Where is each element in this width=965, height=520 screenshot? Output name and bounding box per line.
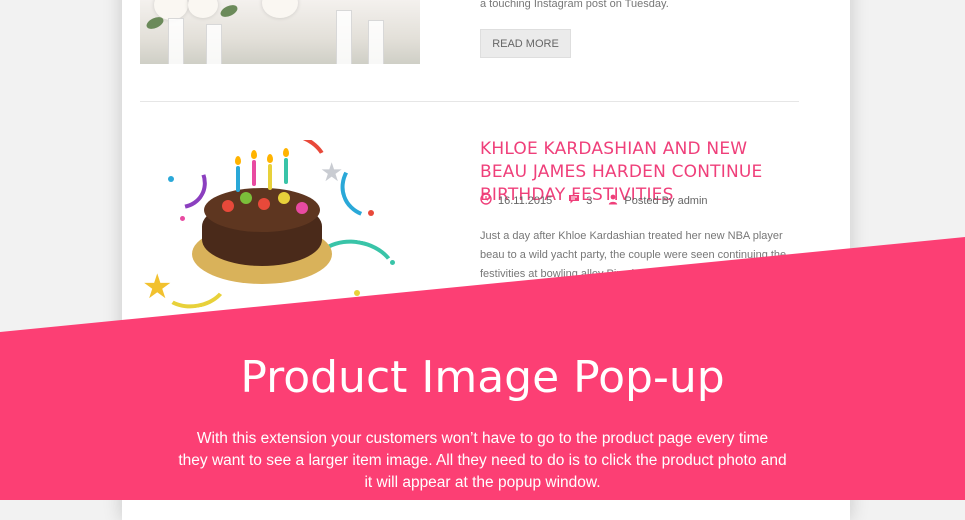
- post-date-text: 16.11.2015: [498, 194, 553, 207]
- banner-description: With this extension your customers won’t…: [120, 428, 845, 494]
- post-image[interactable]: ★ ★: [140, 140, 420, 320]
- user-icon: [608, 194, 624, 208]
- clock-icon: [480, 193, 498, 208]
- post-comments[interactable]: 3: [568, 194, 592, 208]
- banner-description-line-1: With this extension your customers won’t…: [196, 430, 769, 447]
- post-date: 16.11.2015: [480, 193, 552, 208]
- read-more-button[interactable]: READ MORE: [480, 29, 571, 58]
- comment-count: 3: [586, 194, 593, 207]
- post-meta: 16.11.2015 3 Posted By admin: [480, 193, 724, 208]
- banner-description-line-3: it will appear at the popup window.: [364, 474, 601, 491]
- previous-post-excerpt: a touching Instagram post on Tuesday.: [480, 0, 669, 10]
- post-author[interactable]: Posted By admin: [608, 194, 708, 208]
- author-text: Posted By admin: [624, 194, 708, 207]
- comment-icon: [568, 194, 586, 208]
- banner-title: Product Image Pop-up: [240, 352, 725, 403]
- post-excerpt-line-1: Just a day after Khloe Kardashian treate…: [480, 230, 783, 242]
- previous-post-image[interactable]: [140, 0, 420, 64]
- post-divider: [140, 101, 799, 102]
- banner-description-line-2: they want to see a larger item image. Al…: [178, 452, 787, 469]
